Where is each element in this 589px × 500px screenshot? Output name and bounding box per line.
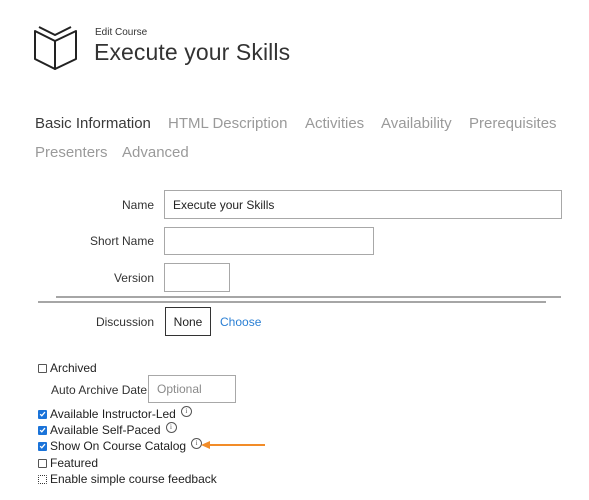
archived-option[interactable]: Archived — [38, 361, 97, 375]
available-instructor-led-option[interactable]: Available Instructor-Led i — [38, 405, 192, 421]
featured-label: Featured — [50, 456, 99, 470]
check-icon — [39, 411, 46, 417]
short-name-input[interactable] — [164, 227, 374, 255]
checkbox-checked[interactable] — [38, 441, 47, 451]
archived-label: Archived — [50, 361, 97, 375]
short-name-label: Short Name — [89, 234, 154, 248]
check-icon — [39, 443, 46, 449]
enable-simple-course-feedback-option[interactable]: Enable simple course feedback — [38, 472, 217, 486]
book-open-icon — [34, 26, 77, 70]
featured-checkbox[interactable] — [38, 458, 47, 468]
tab-availability[interactable]: Availability — [381, 115, 452, 132]
tab-activities[interactable]: Activities — [305, 115, 364, 132]
version-input[interactable] — [164, 263, 230, 292]
show-on-course-catalog-option[interactable]: Show On Course Catalog i — [38, 437, 203, 453]
info-icon[interactable]: i — [180, 405, 192, 417]
name-label: Name — [121, 198, 154, 212]
auto-archive-date-label: Auto Archive Date — [51, 383, 148, 397]
tab-basic-information[interactable]: Basic Information — [35, 115, 151, 132]
enable-feedback-checkbox[interactable] — [38, 474, 47, 484]
tab-html-description[interactable]: HTML Description — [168, 115, 287, 132]
tab-prerequisites[interactable]: Prerequisites — [469, 115, 557, 132]
tab-presenters[interactable]: Presenters — [35, 144, 108, 161]
info-icon[interactable]: i — [165, 421, 177, 433]
available-self-paced-option[interactable]: Available Self-Paced i — [38, 421, 177, 437]
page-subtitle: Edit Course — [95, 27, 148, 38]
discussion-label: Discussion — [95, 315, 154, 329]
discussion-value: None — [165, 307, 211, 336]
name-input[interactable]: Execute your Skills — [164, 190, 562, 219]
checkbox-checked[interactable] — [38, 425, 47, 435]
annotation-arrow-icon — [201, 441, 265, 449]
available-self-paced-label: Available Self-Paced — [50, 423, 161, 437]
page-title: Execute your Skills — [94, 39, 291, 65]
tab-advanced[interactable]: Advanced — [122, 144, 189, 161]
featured-option[interactable]: Featured — [38, 456, 98, 470]
auto-archive-date-input[interactable]: Optional — [148, 375, 236, 403]
version-label: Version — [113, 271, 154, 285]
divider — [56, 296, 561, 298]
choose-discussion-link[interactable]: Choose — [220, 315, 261, 329]
check-icon — [39, 427, 46, 433]
archived-checkbox[interactable] — [38, 363, 47, 373]
available-instructor-led-label: Available Instructor-Led — [50, 407, 176, 421]
divider — [38, 301, 546, 303]
enable-feedback-label: Enable simple course feedback — [50, 472, 217, 486]
show-on-course-catalog-label: Show On Course Catalog — [50, 439, 187, 453]
checkbox-checked[interactable] — [38, 409, 47, 419]
